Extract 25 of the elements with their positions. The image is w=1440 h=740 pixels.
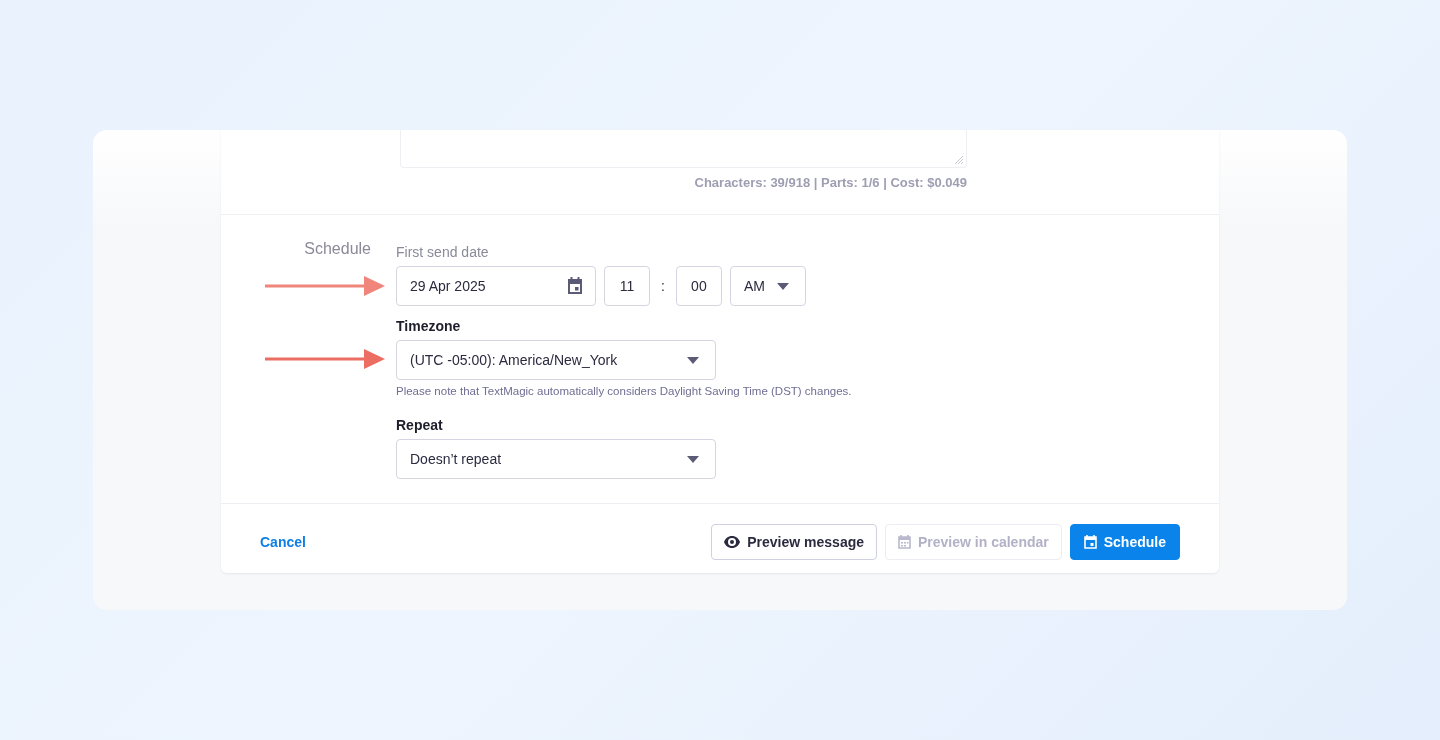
preview-button[interactable]: Preview message [711, 524, 877, 560]
section-label: Schedule [303, 240, 372, 258]
help-text: Please note that TextMagic automatically considers Daylight Saving Time (DST) changes. [396, 385, 852, 397]
schedule-button[interactable]: Schedule [1069, 524, 1180, 560]
date-field[interactable]: 29 Apr 2025 [396, 266, 596, 306]
field-label: Repeat [396, 417, 444, 433]
message-field[interactable] [400, 130, 967, 168]
eye-icon [724, 536, 741, 548]
hour-field[interactable]: 11 [604, 266, 650, 306]
caret-icon [687, 356, 699, 364]
cancel-link[interactable]: Cancel [260, 534, 306, 550]
field-label: Timezone [396, 318, 462, 334]
time-separator: : [661, 278, 665, 294]
minute-field[interactable]: 00 [675, 266, 722, 306]
field-label: First send date [396, 244, 490, 260]
calendar-icon [567, 277, 583, 295]
resize-handle-icon [954, 155, 963, 164]
caret-icon [687, 455, 699, 463]
calendar-icon [898, 535, 911, 549]
period-dropdown[interactable]: AM [729, 266, 806, 306]
caret-icon [776, 282, 789, 290]
timezone-dropdown[interactable]: (UTC -05:00): America/New_York [396, 340, 716, 380]
calendar-icon [1083, 535, 1097, 549]
message-counter: Characters: 39/918 | Parts: 1/6 | Cost: $0.049 [693, 175, 967, 190]
repeat-dropdown[interactable]: Doesn’t repeat [396, 439, 716, 479]
